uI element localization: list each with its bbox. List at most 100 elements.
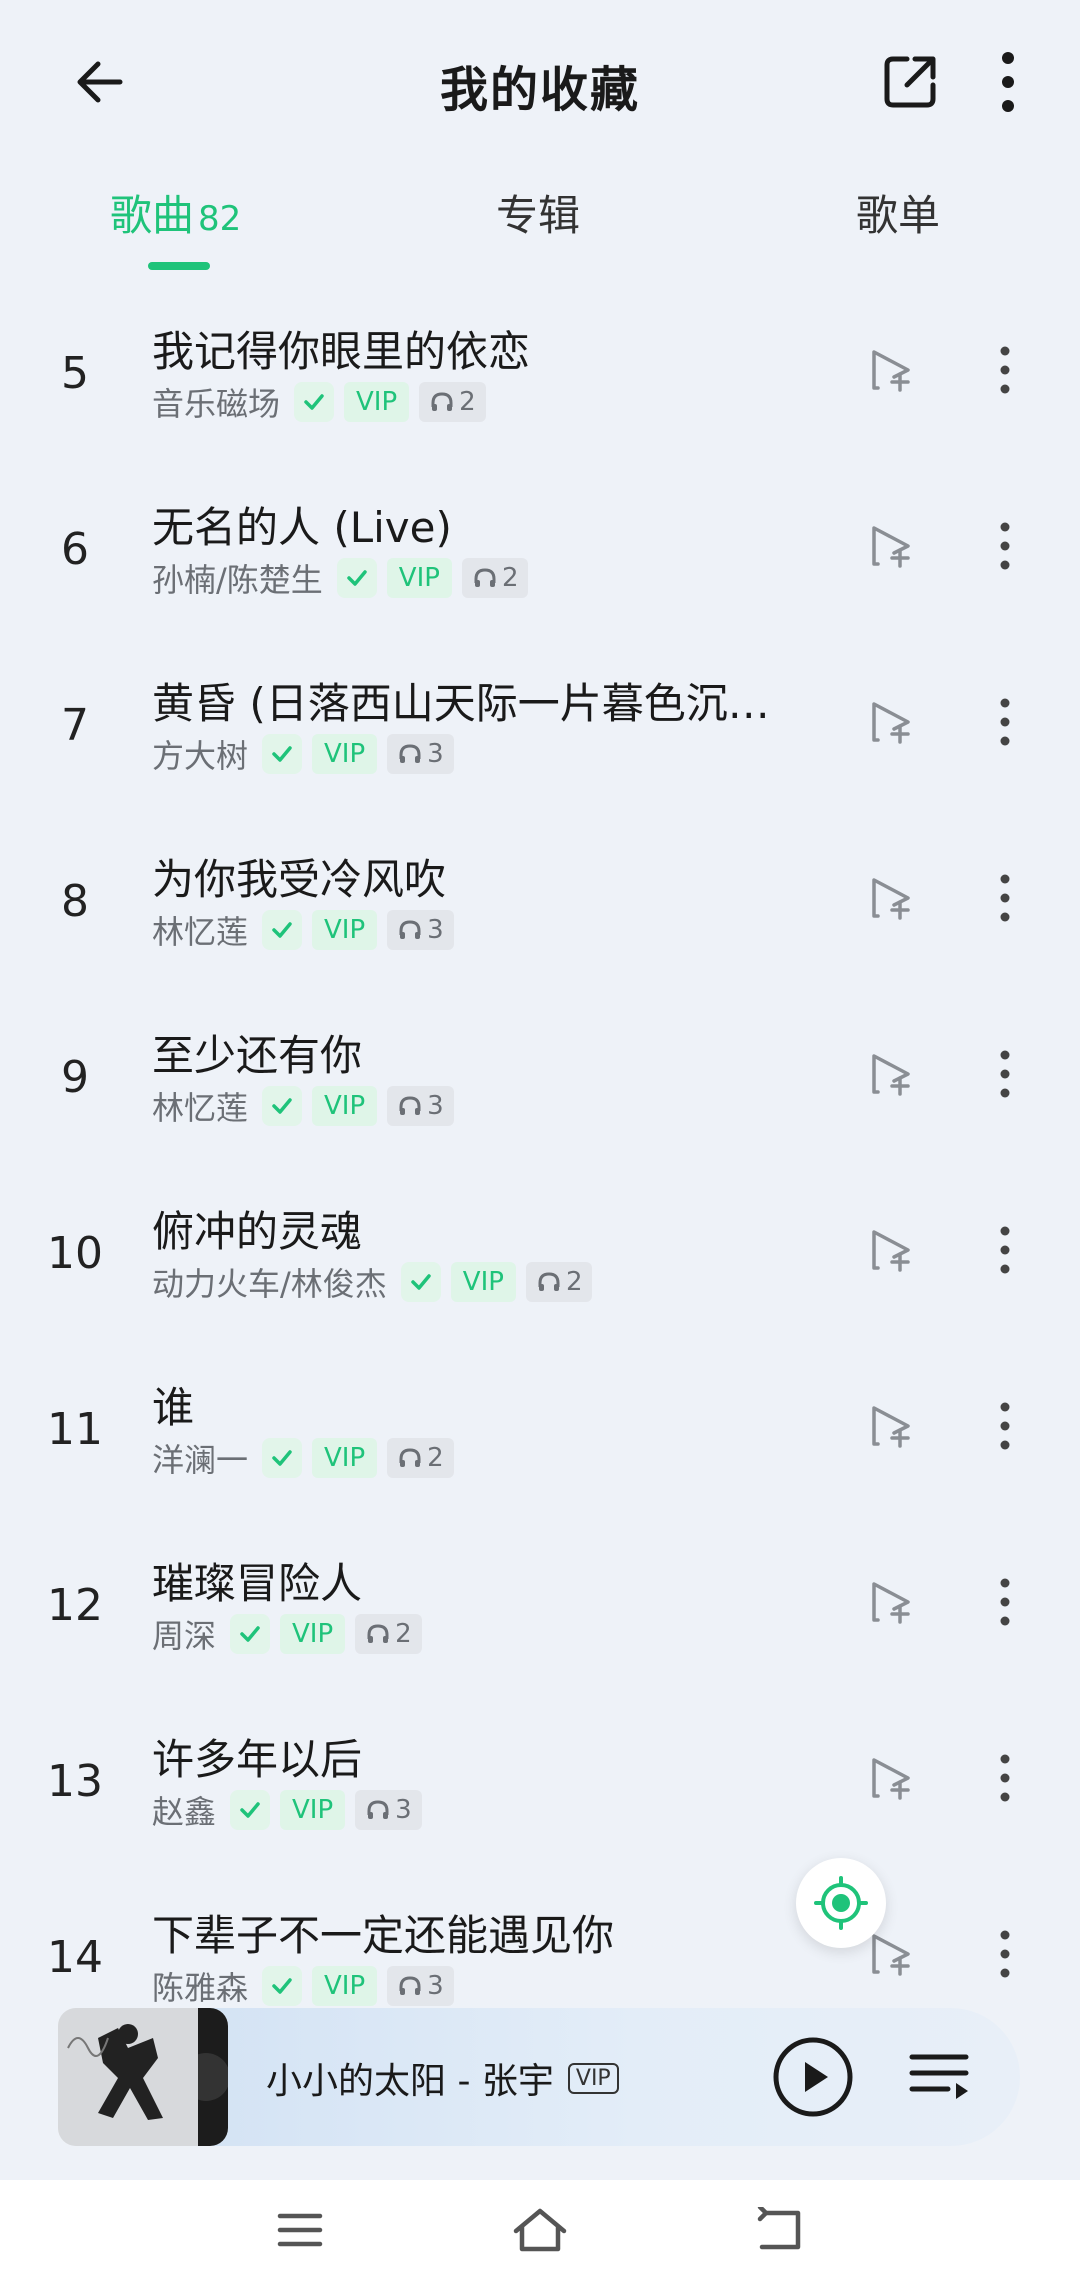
external-link-icon <box>884 56 936 108</box>
song-title: 为你我受冷风吹 <box>152 855 447 904</box>
headphones-icon <box>538 1272 560 1291</box>
listen-count-badge: 2 <box>355 1614 422 1654</box>
song-meta: 陈雅森 VIP 3 <box>152 1964 454 2008</box>
system-back-button[interactable] <box>740 2200 820 2260</box>
tab-albums[interactable]: 专辑 <box>496 182 580 243</box>
album-art[interactable] <box>58 2008 228 2146</box>
song-title: 我记得你眼里的依恋 <box>152 327 531 376</box>
tab-playlists[interactable]: 歌单 <box>856 182 940 243</box>
song-artist: 林忆莲 <box>152 913 249 951</box>
song-row[interactable]: 5 我记得你眼里的依恋 音乐磁场 VIP 2 <box>0 300 1080 476</box>
add-to-playlist-button[interactable] <box>862 518 918 574</box>
song-row[interactable]: 13 许多年以后 赵鑫 VIP 3 <box>0 1708 1080 1884</box>
vip-badge: VIP <box>312 1086 378 1126</box>
mini-player[interactable]: 小小的太阳 - 张宇 VIP <box>58 2008 1020 2146</box>
song-meta: 林忆莲 VIP 3 <box>152 1084 454 1128</box>
song-list: 5 我记得你眼里的依恋 音乐磁场 VIP 2 6 无名的人 (Live) 孙楠/… <box>0 300 1080 2060</box>
more-options-button[interactable] <box>968 42 1048 122</box>
add-to-playlist-button[interactable] <box>862 1750 918 1806</box>
song-artist: 洋澜一 <box>152 1441 249 1479</box>
song-index: 9 <box>61 1052 89 1103</box>
listen-count-badge: 2 <box>525 1262 593 1302</box>
song-index: 12 <box>47 1580 103 1631</box>
song-title: 下辈子不一定还能遇见你 <box>152 1911 615 1960</box>
now-playing: 小小的太阳 - 张宇 VIP <box>266 2052 619 2104</box>
recent-apps-button[interactable] <box>260 2200 340 2260</box>
song-row[interactable]: 6 无名的人 (Live) 孙楠/陈楚生 VIP 2 <box>0 476 1080 652</box>
play-button[interactable] <box>772 2036 854 2118</box>
song-more-button[interactable] <box>980 870 1030 926</box>
song-index: 11 <box>47 1404 103 1455</box>
locate-current-song-button[interactable] <box>796 1858 886 1948</box>
add-to-playlist-button[interactable] <box>862 1574 918 1630</box>
add-to-playlist-icon <box>872 878 910 920</box>
headphones-icon <box>399 1976 421 1995</box>
vip-badge: VIP <box>344 382 410 422</box>
add-to-playlist-icon <box>872 1054 910 1096</box>
song-row[interactable]: 9 至少还有你 林忆莲 VIP 3 <box>0 1004 1080 1180</box>
listen-count: 3 <box>395 1795 412 1825</box>
vip-badge: VIP <box>280 1614 346 1654</box>
playlist-queue-button[interactable] <box>904 2042 974 2112</box>
song-artist: 陈雅森 <box>152 1969 249 2007</box>
add-to-playlist-button[interactable] <box>862 870 918 926</box>
song-more-button[interactable] <box>980 1750 1030 1806</box>
listen-count-badge: 2 <box>387 1438 454 1478</box>
song-row[interactable]: 11 谁 洋澜一 VIP 2 <box>0 1356 1080 1532</box>
downloaded-check-icon <box>230 1614 271 1654</box>
home-button[interactable] <box>500 2200 580 2260</box>
song-more-button[interactable] <box>980 1574 1030 1630</box>
headphones-icon <box>399 920 421 939</box>
listen-count: 3 <box>427 739 444 769</box>
headphones-icon <box>474 568 496 587</box>
song-row[interactable]: 8 为你我受冷风吹 林忆莲 VIP 3 <box>0 828 1080 1004</box>
song-index: 6 <box>61 524 89 575</box>
downloaded-check-icon <box>262 1086 303 1126</box>
vertical-dots-icon <box>1000 1754 1010 1802</box>
song-more-button[interactable] <box>980 518 1030 574</box>
home-icon <box>513 2208 567 2252</box>
song-row[interactable]: 7 黄昏 (日落西山天际一片暮色沉… 方大树 VIP 3 <box>0 652 1080 828</box>
song-index: 10 <box>47 1228 103 1279</box>
song-more-button[interactable] <box>980 1222 1030 1278</box>
listen-count-badge: 3 <box>387 1966 454 2006</box>
tab-bar: 歌曲 82 专辑 歌单 <box>0 170 1080 280</box>
add-to-playlist-button[interactable] <box>862 1398 918 1454</box>
add-to-playlist-button[interactable] <box>862 694 918 750</box>
downloaded-check-icon <box>294 382 335 422</box>
top-app-bar: 我的收藏 <box>0 0 1080 170</box>
vertical-dots-icon <box>1000 1578 1010 1626</box>
share-button[interactable] <box>870 42 950 122</box>
song-index: 13 <box>47 1756 103 1807</box>
downloaded-check-icon <box>262 734 303 774</box>
song-artist: 周深 <box>152 1617 217 1655</box>
downloaded-check-icon <box>262 910 303 950</box>
vip-badge: VIP <box>386 558 452 598</box>
song-more-button[interactable] <box>980 1398 1030 1454</box>
song-more-button[interactable] <box>980 694 1030 750</box>
add-to-playlist-icon <box>872 1582 910 1624</box>
listen-count: 2 <box>565 1267 583 1297</box>
song-row[interactable]: 10 俯冲的灵魂 动力火车/林俊杰 VIP 2 <box>0 1180 1080 1356</box>
add-to-playlist-button[interactable] <box>862 1222 918 1278</box>
downloaded-check-icon <box>336 558 377 598</box>
tab-songs[interactable]: 歌曲 82 <box>110 182 241 243</box>
song-artist: 音乐磁场 <box>152 385 281 423</box>
song-more-button[interactable] <box>980 342 1030 398</box>
listen-count-badge: 3 <box>355 1790 422 1830</box>
vertical-dots-icon <box>1000 698 1010 746</box>
back-return-icon <box>757 2207 801 2250</box>
headphones-icon <box>367 1800 389 1819</box>
listen-count-badge: 2 <box>461 558 529 598</box>
song-meta: 赵鑫 VIP 3 <box>152 1788 422 1832</box>
menu-icon <box>277 2213 323 2247</box>
song-more-button[interactable] <box>980 1926 1030 1982</box>
vertical-dots-icon <box>1000 874 1010 922</box>
song-row[interactable]: 12 璀璨冒险人 周深 VIP 2 <box>0 1532 1080 1708</box>
song-more-button[interactable] <box>980 1046 1030 1102</box>
add-to-playlist-button[interactable] <box>862 1046 918 1102</box>
add-to-playlist-button[interactable] <box>862 342 918 398</box>
song-meta: 洋澜一 VIP 2 <box>152 1436 454 1480</box>
song-title: 无名的人 (Live) <box>152 503 452 552</box>
target-icon <box>814 1876 868 1930</box>
